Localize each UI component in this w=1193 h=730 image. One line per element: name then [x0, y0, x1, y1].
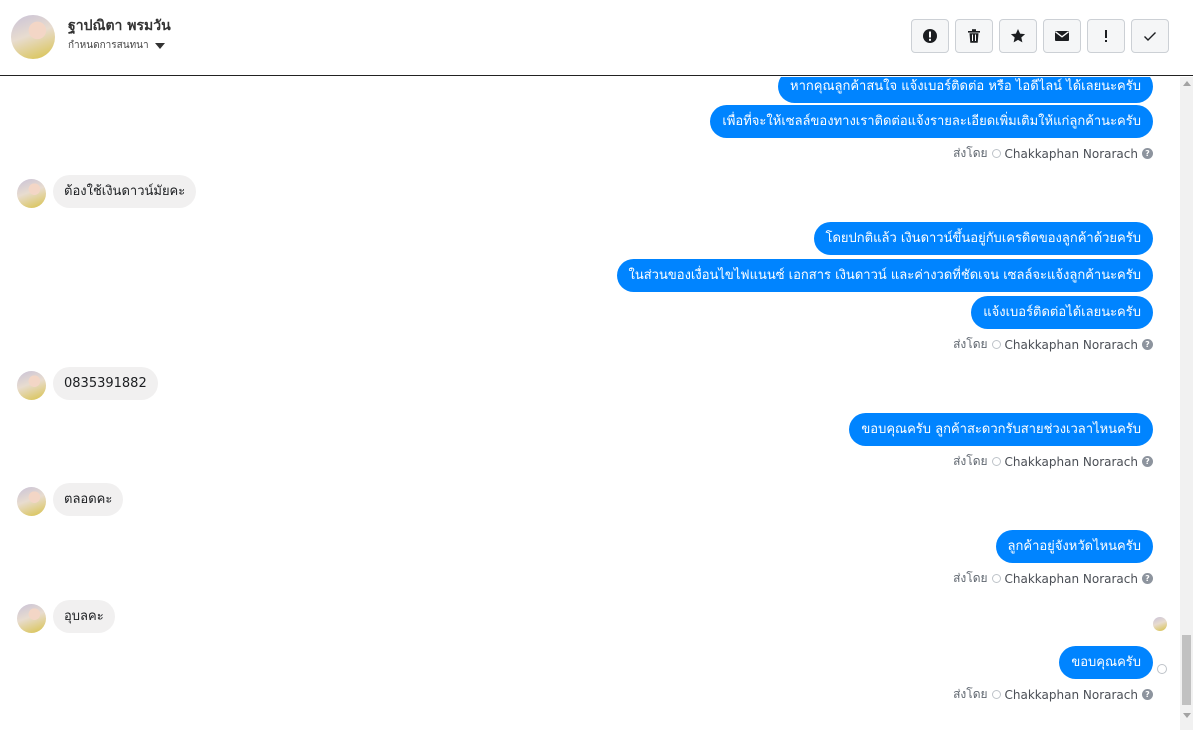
- sent-by-prefix: ส่งโดย: [953, 454, 988, 468]
- check-circle-icon: [991, 690, 1001, 699]
- outgoing-message[interactable]: เพื่อที่จะให้เซลล์ของทางเราติดต่อแจ้งราย…: [710, 105, 1153, 138]
- scrollbar-thumb[interactable]: [1182, 635, 1191, 705]
- sent-by-line: ส่งโดย Chakkaphan Norarach ?: [953, 144, 1153, 163]
- conversation-settings-label: กำหนดการสนทนา: [68, 40, 149, 51]
- conversation-header: ฐาปณิตา พรมวัน กำหนดการสนทนา: [0, 0, 1193, 76]
- scroll-down-arrow-icon[interactable]: [1183, 713, 1191, 718]
- sent-by-prefix: ส่งโดย: [953, 571, 988, 585]
- contact-avatar[interactable]: [17, 371, 46, 400]
- outgoing-message[interactable]: โดยปกติแล้ว เงินดาวน์ขึ้นอยู่กับเครดิตขอ…: [813, 222, 1153, 255]
- outgoing-message[interactable]: ลูกค้าอยู่จังหวัดไหนครับ: [995, 530, 1153, 563]
- outgoing-message[interactable]: หากคุณลูกค้าสนใจ แจ้งเบอร์ติดต่อ หรือ ไอ…: [778, 77, 1153, 103]
- message-thread[interactable]: หากคุณลูกค้าสนใจ แจ้งเบอร์ติดต่อ หรือ ไอ…: [0, 77, 1180, 730]
- report-button[interactable]: [911, 19, 949, 53]
- delete-button[interactable]: [955, 19, 993, 53]
- sender-name[interactable]: Chakkaphan Norarach: [1005, 572, 1138, 586]
- sender-name[interactable]: Chakkaphan Norarach: [1005, 147, 1138, 161]
- sender-name[interactable]: Chakkaphan Norarach: [1005, 338, 1138, 352]
- outgoing-message[interactable]: ขอบคุณครับ: [1059, 646, 1153, 679]
- done-button[interactable]: [1131, 19, 1169, 53]
- seen-avatar-icon: [1153, 617, 1167, 631]
- star-icon: [1010, 29, 1026, 43]
- sent-by-prefix: ส่งโดย: [953, 146, 988, 160]
- incoming-message[interactable]: ต้องใช้เงินดาวน์มัยคะ: [53, 175, 197, 208]
- help-icon[interactable]: ?: [1142, 456, 1153, 467]
- contact-avatar[interactable]: [17, 179, 46, 208]
- sent-by-line: ส่งโดย Chakkaphan Norarach ?: [953, 685, 1153, 704]
- check-circle-icon: [991, 574, 1001, 583]
- outgoing-message[interactable]: ขอบคุณครับ ลูกค้าสะดวกรับสายช่วงเวลาไหนค…: [849, 413, 1153, 446]
- header-toolbar: [911, 19, 1169, 53]
- sender-name[interactable]: Chakkaphan Norarach: [1005, 455, 1138, 469]
- sent-by-line: ส่งโดย Chakkaphan Norarach ?: [953, 569, 1153, 588]
- sent-by-line: ส่งโดย Chakkaphan Norarach ?: [953, 452, 1153, 471]
- sent-by-prefix: ส่งโดย: [953, 687, 988, 701]
- check-circle-icon: [991, 340, 1001, 349]
- incoming-message[interactable]: 0835391882: [53, 367, 158, 400]
- sender-name[interactable]: Chakkaphan Norarach: [1005, 688, 1138, 702]
- conversation-settings-dropdown[interactable]: กำหนดการสนทนา: [68, 38, 165, 53]
- star-button[interactable]: [999, 19, 1037, 53]
- delivered-icon: [1157, 664, 1167, 674]
- check-circle-icon: [991, 457, 1001, 466]
- scroll-up-arrow-icon[interactable]: [1183, 81, 1191, 86]
- caret-down-icon: [154, 42, 165, 49]
- priority-button[interactable]: [1087, 19, 1125, 53]
- check-circle-icon: [991, 149, 1001, 158]
- done-icon: [1144, 32, 1156, 41]
- incoming-message[interactable]: ตลอดคะ: [53, 483, 124, 516]
- contact-avatar[interactable]: [17, 604, 46, 633]
- sent-by-line: ส่งโดย Chakkaphan Norarach ?: [953, 335, 1153, 354]
- help-icon[interactable]: ?: [1142, 148, 1153, 159]
- contact-avatar[interactable]: [11, 15, 55, 59]
- outgoing-message[interactable]: ในส่วนของเงื่อนไขไฟแนนซ์ เอกสาร เงินดาวน…: [616, 259, 1153, 292]
- contact-name[interactable]: ฐาปณิตา พรมวัน: [68, 15, 171, 37]
- thread-scrollbar[interactable]: [1180, 77, 1193, 730]
- mail-icon: [1055, 31, 1069, 41]
- outgoing-message[interactable]: แจ้งเบอร์ติดต่อได้เลยนะครับ: [971, 296, 1153, 329]
- help-icon[interactable]: ?: [1142, 339, 1153, 350]
- mark-unread-button[interactable]: [1043, 19, 1081, 53]
- contact-avatar[interactable]: [17, 487, 46, 516]
- sent-by-prefix: ส่งโดย: [953, 337, 988, 351]
- help-icon[interactable]: ?: [1142, 573, 1153, 584]
- help-icon[interactable]: ?: [1142, 689, 1153, 700]
- report-icon: [923, 29, 937, 43]
- incoming-message[interactable]: อุบลคะ: [53, 600, 115, 633]
- delete-icon: [968, 29, 980, 43]
- priority-icon: [1105, 30, 1107, 42]
